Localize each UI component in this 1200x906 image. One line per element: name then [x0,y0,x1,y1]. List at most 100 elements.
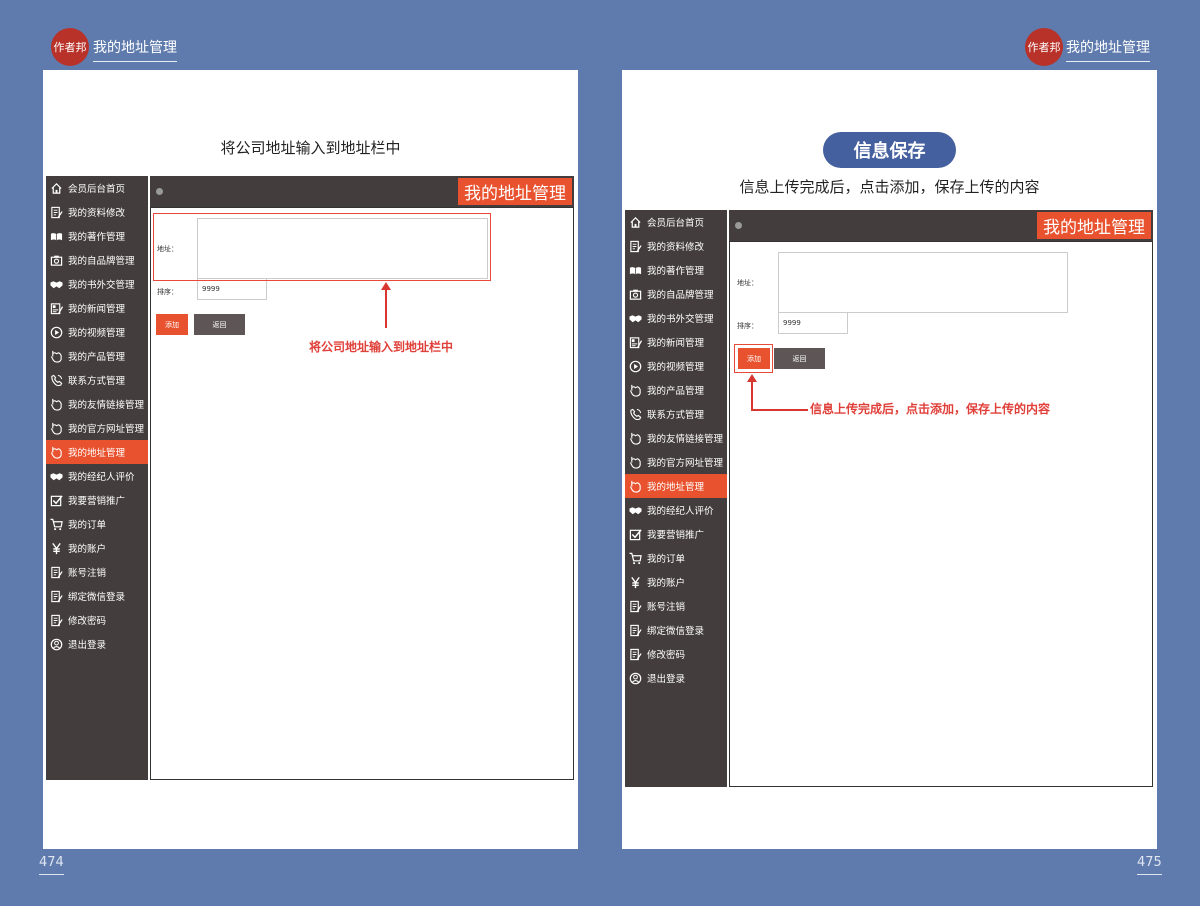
handshake-icon [628,503,642,517]
sidebar-item-label: 我的地址管理 [68,448,126,459]
sidebar-item-label: 我的经纪人评价 [647,506,714,517]
checkbox-icon [49,493,63,507]
sidebar-item[interactable]: 我的经纪人评价 [625,498,727,522]
admin-screenshot: 会员后台首页 我的资料修改 我的著作管理 我的自品牌管理 我的书外交管理 我的新闻管理 我的… [46,176,574,780]
sort-input[interactable]: 9999 [778,312,848,334]
hand-pointer-icon [628,479,642,493]
sidebar-item[interactable]: 我的自品牌管理 [625,282,727,306]
camera-icon [49,253,63,267]
hand-pointer-icon [49,445,63,459]
sidebar-item[interactable]: 我的友情链接管理 [46,392,148,416]
sidebar-item[interactable]: 我的视频管理 [625,354,727,378]
sidebar-item[interactable]: 我的著作管理 [46,224,148,248]
sidebar-item[interactable]: 我的新闻管理 [46,296,148,320]
sidebar-item[interactable]: 我的官方网址管理 [625,450,727,474]
sidebar-item[interactable]: 我要营销推广 [46,488,148,512]
edit-document-icon [49,205,63,219]
add-button[interactable]: 添加 [156,314,188,335]
sidebar-item-label: 联系方式管理 [647,410,705,421]
sidebar-item[interactable]: 修改密码 [46,608,148,632]
brand-logo: 作者邦 [1025,28,1063,66]
status-dot [156,188,163,195]
sidebar-item[interactable]: 我的视频管理 [46,320,148,344]
top-bar: 我的地址管理 [150,176,574,207]
play-circle-icon [628,359,642,373]
sidebar-item-label: 我的经纪人评价 [68,472,135,483]
sidebar-item[interactable]: 绑定微信登录 [625,618,727,642]
arrow-line [751,380,753,410]
home-icon [49,181,63,195]
address-textarea[interactable] [778,252,1068,313]
edit-document-icon [628,647,642,661]
brand-logo: 作者邦 [51,28,89,66]
sidebar-item-label: 我的订单 [647,554,686,565]
sidebar-item[interactable]: 我的资料修改 [625,234,727,258]
sidebar-item[interactable]: 我的资料修改 [46,200,148,224]
yen-icon [628,575,642,589]
hand-pointer-icon [628,383,642,397]
hand-pointer-icon [49,397,63,411]
user-circle-icon [49,637,63,651]
news-icon [49,301,63,315]
sidebar-item[interactable]: 我的账户 [625,570,727,594]
sidebar-item[interactable]: 我要营销推广 [625,522,727,546]
sidebar-item-label: 绑定微信登录 [68,592,126,603]
back-button[interactable]: 返回 [774,348,825,369]
sidebar-item[interactable]: 会员后台首页 [46,176,148,200]
sidebar-item[interactable]: 我的产品管理 [46,344,148,368]
sidebar-item[interactable]: 联系方式管理 [46,368,148,392]
left-page: 将公司地址输入到地址栏中 会员后台首页 我的资料修改 我的著作管理 我的自品牌管理 我的… [43,70,578,849]
edit-document-icon [49,589,63,603]
sidebar-item-label: 修改密码 [68,616,107,627]
open-book-icon [49,229,63,243]
back-button[interactable]: 返回 [194,314,245,335]
sidebar-item[interactable]: 会员后台首页 [625,210,727,234]
sidebar-item[interactable]: 我的订单 [625,546,727,570]
sidebar-item[interactable]: 我的新闻管理 [625,330,727,354]
sidebar: 会员后台首页 我的资料修改 我的著作管理 我的自品牌管理 我的书外交管理 我的新闻管理 我的… [625,210,727,787]
sidebar-item-label: 我的账户 [647,578,686,589]
annotation-text: 信息上传完成后，点击添加，保存上传的内容 [810,402,1051,416]
sidebar-item-label: 账号注销 [647,602,686,613]
arrow-line [751,409,808,411]
sidebar-item[interactable]: 我的订单 [46,512,148,536]
arrow-line [385,286,387,328]
sidebar-item[interactable]: 账号注销 [625,594,727,618]
sidebar-item[interactable]: 我的官方网址管理 [46,416,148,440]
right-page: 信息保存 信息上传完成后，点击添加，保存上传的内容 会员后台首页 我的资料修改 我的… [622,70,1157,849]
handshake-icon [49,469,63,483]
yen-icon [49,541,63,555]
checkbox-icon [628,527,642,541]
sidebar-item[interactable]: 我的账户 [46,536,148,560]
brand-text: 作者邦 [1027,41,1061,54]
sidebar-item-label: 我的著作管理 [647,266,705,277]
sidebar-item-label: 我的账户 [68,544,107,555]
sidebar-item[interactable]: 我的友情链接管理 [625,426,727,450]
sidebar-item[interactable]: 退出登录 [625,666,727,690]
sidebar-item[interactable]: 修改密码 [625,642,727,666]
sidebar-item-label: 退出登录 [647,674,686,685]
sidebar-item[interactable]: 我的产品管理 [625,378,727,402]
hand-pointer-icon [49,421,63,435]
sidebar-item[interactable]: 账号注销 [46,560,148,584]
sidebar-item[interactable]: 我的地址管理 [46,440,148,464]
sidebar-item[interactable]: 联系方式管理 [625,402,727,426]
play-circle-icon [49,325,63,339]
sidebar-item[interactable]: 退出登录 [46,632,148,656]
top-bar: 我的地址管理 [729,210,1153,241]
sidebar-item-label: 我要营销推广 [647,530,705,541]
sidebar-item-label: 我的新闻管理 [647,338,705,349]
sidebar-item[interactable]: 我的地址管理 [625,474,727,498]
sidebar-item[interactable]: 我的经纪人评价 [46,464,148,488]
sidebar-item[interactable]: 我的书外交管理 [625,306,727,330]
sidebar-item-label: 我的自品牌管理 [647,290,714,301]
sidebar-item[interactable]: 绑定微信登录 [46,584,148,608]
sidebar-item[interactable]: 我的书外交管理 [46,272,148,296]
news-icon [628,335,642,349]
sort-input[interactable]: 9999 [197,278,267,300]
sidebar-item[interactable]: 我的著作管理 [625,258,727,282]
sidebar-item[interactable]: 我的自品牌管理 [46,248,148,272]
page-banner: 我的地址管理 [1037,212,1151,239]
cart-icon [628,551,642,565]
arrow-head [381,282,391,290]
